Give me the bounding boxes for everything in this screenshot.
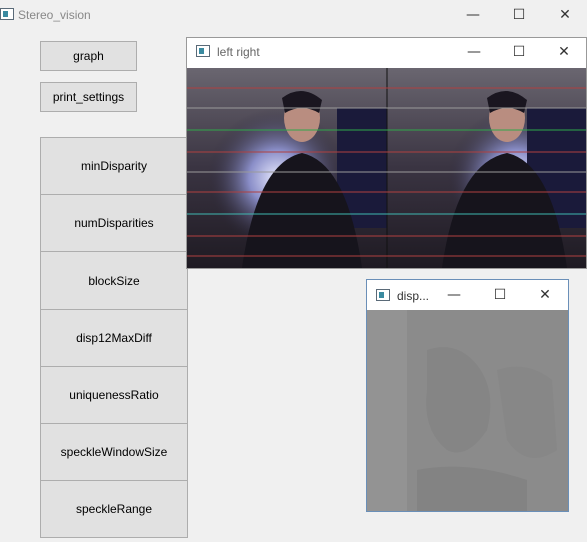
param-minDisparity[interactable]: minDisparity <box>40 138 188 195</box>
disp-close-button[interactable]: ✕ <box>530 280 560 310</box>
disparity-map <box>367 310 568 511</box>
disp-minimize-button[interactable]: — <box>439 280 469 310</box>
disparity-window[interactable]: disp... — ☐ ✕ <box>366 279 569 512</box>
print-settings-button[interactable]: print_settings <box>40 82 137 112</box>
param-speckleWindowSize[interactable]: speckleWindowSize <box>40 424 188 481</box>
app-icon <box>0 8 14 20</box>
window-icon <box>376 289 390 301</box>
left-right-window[interactable]: left right — ☐ ✕ <box>186 37 587 269</box>
left-right-title: left right <box>217 45 260 59</box>
right-camera-image <box>387 68 586 268</box>
close-button[interactable]: ✕ <box>550 0 580 30</box>
param-numDisparities[interactable]: numDisparities <box>40 195 188 252</box>
window-icon <box>196 45 210 57</box>
minimize-button[interactable]: — <box>458 0 488 30</box>
main-window-title: Stereo_vision <box>18 8 91 22</box>
stereo-image-pair <box>187 68 586 268</box>
lr-close-button[interactable]: ✕ <box>549 37 579 67</box>
lr-minimize-button[interactable]: — <box>459 37 489 67</box>
param-uniquenessRatio[interactable]: uniquenessRatio <box>40 367 188 424</box>
param-blockSize[interactable]: blockSize <box>40 252 188 310</box>
params-panel: minDisparity numDisparities blockSize di… <box>40 137 188 539</box>
disparity-title: disp... <box>397 289 430 303</box>
graph-button[interactable]: graph <box>40 41 137 71</box>
param-speckleRange[interactable]: speckleRange <box>40 481 188 538</box>
lr-maximize-button[interactable]: ☐ <box>504 37 534 67</box>
left-camera-image <box>187 68 387 268</box>
maximize-button[interactable]: ☐ <box>504 0 534 30</box>
param-disp12MaxDiff[interactable]: disp12MaxDiff <box>40 310 188 367</box>
disp-maximize-button[interactable]: ☐ <box>485 280 515 310</box>
